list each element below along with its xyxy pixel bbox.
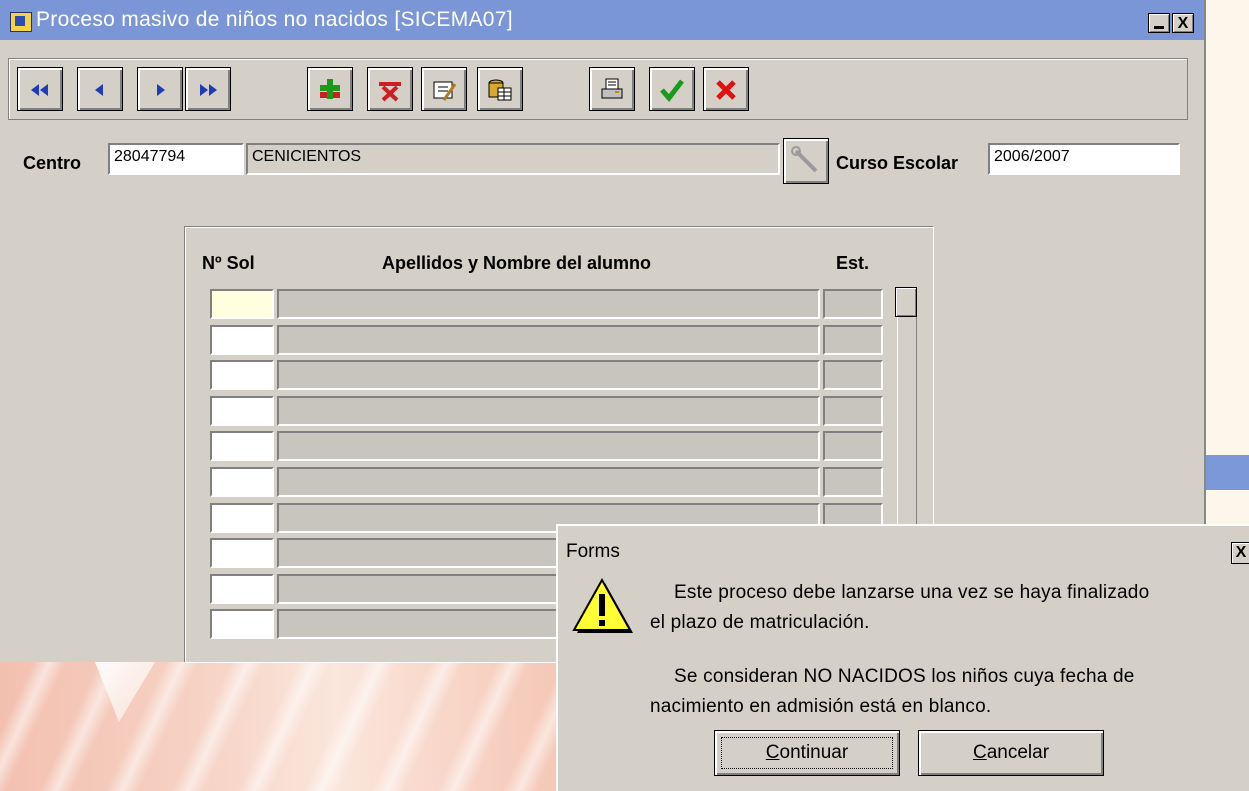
print-button[interactable] xyxy=(589,67,635,111)
first-record-icon xyxy=(31,84,48,96)
nsol-cell[interactable] xyxy=(210,324,274,355)
dialog-close-button[interactable]: X xyxy=(1231,542,1249,564)
decoration-swoosh xyxy=(95,662,155,722)
nombre-cell xyxy=(277,324,820,355)
accept-icon xyxy=(660,79,684,102)
nsol-cell[interactable] xyxy=(210,431,274,462)
minimize-icon xyxy=(1154,26,1164,29)
dialog-title: Forms xyxy=(566,541,620,562)
close-window-button[interactable]: X xyxy=(1172,13,1194,33)
continue-accelerator: C xyxy=(765,742,780,763)
minimize-button[interactable] xyxy=(1148,13,1170,33)
nombre-cell xyxy=(277,360,820,391)
centro-code-field[interactable]: 28047794 xyxy=(108,143,244,175)
continue-label: ontinuar xyxy=(779,742,849,763)
insert-record-icon xyxy=(320,79,340,99)
dialog-message-line1: Este proceso debe lanzarse una vez se ha… xyxy=(674,582,1150,603)
nombre-cell xyxy=(277,431,820,462)
cancel-dialog-button[interactable]: Cancelar xyxy=(918,730,1104,776)
column-header-nombre: Apellidos y Nombre del alumno xyxy=(382,253,652,273)
window-titlebar[interactable]: Proceso masivo de niños no nacidos [SICE… xyxy=(0,0,1204,40)
column-header-est: Est. xyxy=(836,253,870,273)
lov-button[interactable] xyxy=(783,138,829,184)
cancel-accelerator: C xyxy=(972,742,987,763)
est-cell xyxy=(823,467,883,497)
nombre-cell xyxy=(277,289,820,319)
last-record-button[interactable] xyxy=(185,67,231,111)
curso-escolar-label: Curso Escolar xyxy=(836,153,959,173)
dialog-message-line3: Se consideran NO NACIDOS los niños cuya … xyxy=(674,666,1135,687)
accept-button[interactable] xyxy=(649,67,695,111)
first-record-button[interactable] xyxy=(17,67,63,111)
delete-record-button[interactable] xyxy=(367,67,413,111)
centro-label: Centro xyxy=(23,153,81,173)
est-cell xyxy=(823,360,883,391)
nsol-cell[interactable] xyxy=(210,573,274,604)
previous-record-button[interactable] xyxy=(77,67,123,111)
column-header-nsol: Nº Sol xyxy=(202,253,255,273)
dialog-message-line2: el plazo de matriculación. xyxy=(650,612,870,633)
edit-record-button[interactable] xyxy=(421,67,467,111)
est-cell xyxy=(823,395,883,426)
query-button[interactable] xyxy=(477,67,523,111)
est-cell xyxy=(823,289,883,319)
cancel-label: ancelar xyxy=(986,742,1050,763)
centro-name-field: CENICIENTOS xyxy=(246,143,780,175)
app-icon xyxy=(10,12,32,32)
background-stripe xyxy=(1206,455,1249,490)
nsol-cell[interactable] xyxy=(210,467,274,497)
previous-record-icon xyxy=(95,84,103,96)
nombre-cell xyxy=(277,395,820,426)
dialog-titlebar[interactable]: Forms xyxy=(558,538,1249,566)
query-icon xyxy=(488,79,512,101)
nsol-cell[interactable] xyxy=(210,502,274,533)
nombre-cell xyxy=(277,467,820,497)
nsol-cell[interactable] xyxy=(210,395,274,426)
toolbar xyxy=(8,58,1188,120)
nsol-cell[interactable] xyxy=(210,360,274,391)
window-title: Proceso masivo de niños no nacidos [SICE… xyxy=(36,8,513,31)
print-icon xyxy=(601,78,623,99)
nsol-cell[interactable] xyxy=(210,609,274,640)
background-decoration xyxy=(0,662,560,791)
cancel-button[interactable] xyxy=(703,67,749,111)
nsol-cell[interactable] xyxy=(210,538,274,569)
est-cell xyxy=(823,431,883,462)
cancel-icon xyxy=(716,80,736,100)
edit-record-icon xyxy=(433,81,457,101)
continue-button[interactable]: Continuar xyxy=(714,730,900,776)
warning-icon xyxy=(572,577,633,633)
scrollbar-thumb[interactable] xyxy=(895,287,917,317)
wrench-icon xyxy=(791,146,818,173)
curso-escolar-field[interactable]: 2006/2007 xyxy=(988,143,1180,175)
insert-record-button[interactable] xyxy=(307,67,353,111)
next-record-button[interactable] xyxy=(137,67,183,111)
last-record-icon xyxy=(200,84,217,96)
next-record-icon xyxy=(157,84,165,96)
dialog-message-line4: nacimiento en admisión está en blanco. xyxy=(650,696,992,717)
nsol-cell[interactable] xyxy=(210,289,274,319)
forms-dialog: Forms X xyxy=(556,524,1249,791)
delete-record-icon xyxy=(379,82,401,102)
est-cell xyxy=(823,324,883,355)
